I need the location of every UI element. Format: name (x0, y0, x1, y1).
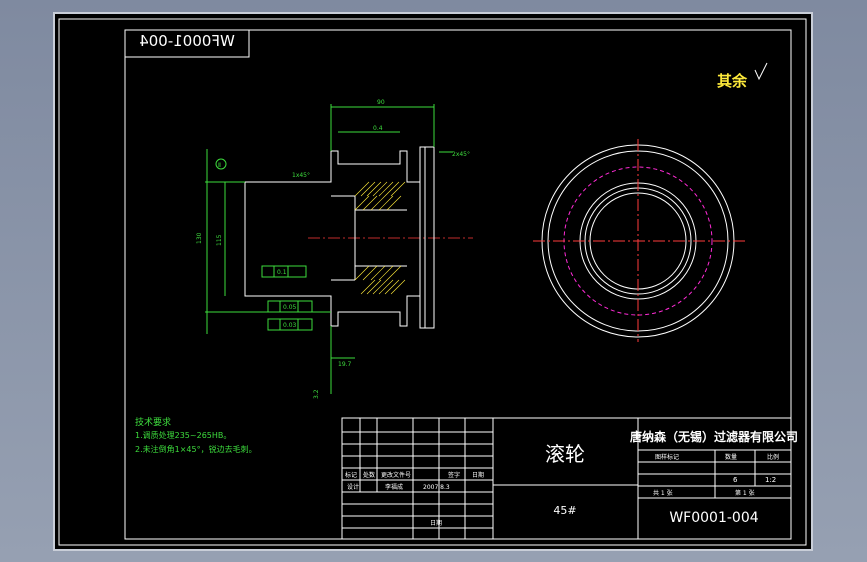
tech-requirements: 技术要求 1.调质处理235~265HB。 2.未注倒角1×45°，锐边去毛刺。 (135, 416, 257, 454)
tolerance-frame-2: 0.05 (267, 300, 313, 313)
hatch-bottom (354, 265, 406, 295)
tech-title: 技术要求 (135, 416, 171, 428)
roughness-symbol (754, 62, 768, 81)
dim-chamfer-2: 1x45° (292, 172, 310, 179)
scale-value: 1:2 (765, 476, 776, 484)
hdr-mark: 标记 (345, 471, 357, 479)
surface-note: 其余 (717, 72, 748, 90)
mark-label: 图样标记 (655, 453, 679, 461)
dim-chamfer: 2x45° (452, 151, 470, 158)
sheet-total: 共 1 张 (653, 489, 673, 497)
tol-value-2: 0.05 (283, 304, 297, 311)
datum-label: Ⅱ (218, 162, 221, 169)
material: 45# (553, 504, 576, 517)
dim-115: 115 (216, 234, 223, 246)
dim-197: 19.7 (338, 361, 352, 368)
part-name: 滚轮 (545, 442, 585, 466)
count-value: 6 (733, 476, 738, 484)
cad-drawing[interactable]: WF0001-004 其余 90 0.4 130 115 Ⅱ 2x45° 19.… (55, 14, 811, 549)
section-view: 90 0.4 130 115 Ⅱ 2x45° 19.7 3.2 0.1 0.05 (196, 99, 473, 399)
design-name: 李福成 (385, 483, 403, 491)
scale-label: 比例 (767, 453, 779, 461)
count-label: 数量 (725, 453, 737, 461)
drawing-viewport[interactable]: WF0001-004 其余 90 0.4 130 115 Ⅱ 2x45° 19.… (53, 12, 813, 551)
tech-line-2: 2.未注倒角1×45°，锐边去毛刺。 (135, 444, 257, 454)
hdr-count: 处数 (363, 471, 375, 479)
hdr-sign: 签字 (448, 471, 460, 479)
dim-04: 0.4 (373, 125, 383, 132)
dim-130: 130 (196, 232, 203, 244)
tech-line-1: 1.调质处理235~265HB。 (135, 430, 231, 440)
title-block: 标记 处数 更改文件号 签字 日期 设计 李福成 2007.8.3 日期 滚轮 … (341, 417, 798, 540)
hdr-date: 日期 (472, 471, 484, 479)
mirror-number-text: WF0001-004 (139, 32, 235, 50)
dim-32: 3.2 (313, 389, 320, 399)
date-label: 日期 (430, 519, 442, 527)
sheet-number: 第 1 张 (735, 489, 755, 497)
design-date: 2007.8.3 (423, 484, 450, 491)
dim-90: 90 (377, 99, 385, 106)
hdr-file: 更改文件号 (381, 471, 411, 479)
hatch-top (354, 181, 406, 211)
drawing-number: WF0001-004 (669, 510, 758, 526)
tolerance-frame-1: 0.1 (261, 265, 307, 278)
tol-value-3: 0.03 (283, 322, 297, 329)
outer-frame (58, 18, 807, 546)
design-label: 设计 (347, 483, 359, 491)
mirror-number-group: WF0001-004 (139, 32, 235, 50)
tolerance-frame-3: 0.03 (267, 318, 313, 331)
end-view (533, 139, 745, 342)
tol-value-1: 0.1 (277, 269, 287, 276)
company-name: 唐纳森（无锡）过滤器有限公司 (630, 429, 798, 444)
flange (419, 146, 435, 329)
